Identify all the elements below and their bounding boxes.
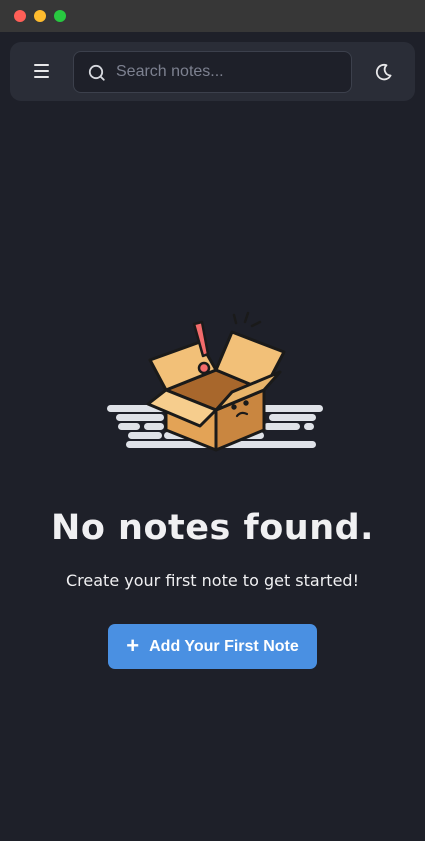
- search-box[interactable]: [73, 51, 352, 93]
- title-bar: [0, 0, 425, 32]
- maximize-window-button[interactable]: [54, 10, 66, 22]
- close-window-button[interactable]: [14, 10, 26, 22]
- minimize-window-button[interactable]: [34, 10, 46, 22]
- moon-icon[interactable]: [372, 61, 394, 83]
- add-first-note-button[interactable]: + Add Your First Note: [108, 624, 317, 669]
- menu-icon: [34, 64, 49, 66]
- menu-button[interactable]: [32, 61, 52, 81]
- plus-icon: +: [126, 632, 140, 658]
- app-window: No notes found. Create your first note t…: [0, 0, 425, 841]
- empty-state-subtitle: Create your first note to get started!: [66, 571, 359, 590]
- add-first-note-label: Add Your First Note: [149, 637, 299, 655]
- empty-state-title: No notes found.: [51, 508, 374, 548]
- search-input[interactable]: [116, 52, 346, 92]
- search-icon: [88, 64, 105, 81]
- empty-box-icon: [107, 311, 323, 452]
- top-header: [10, 42, 415, 101]
